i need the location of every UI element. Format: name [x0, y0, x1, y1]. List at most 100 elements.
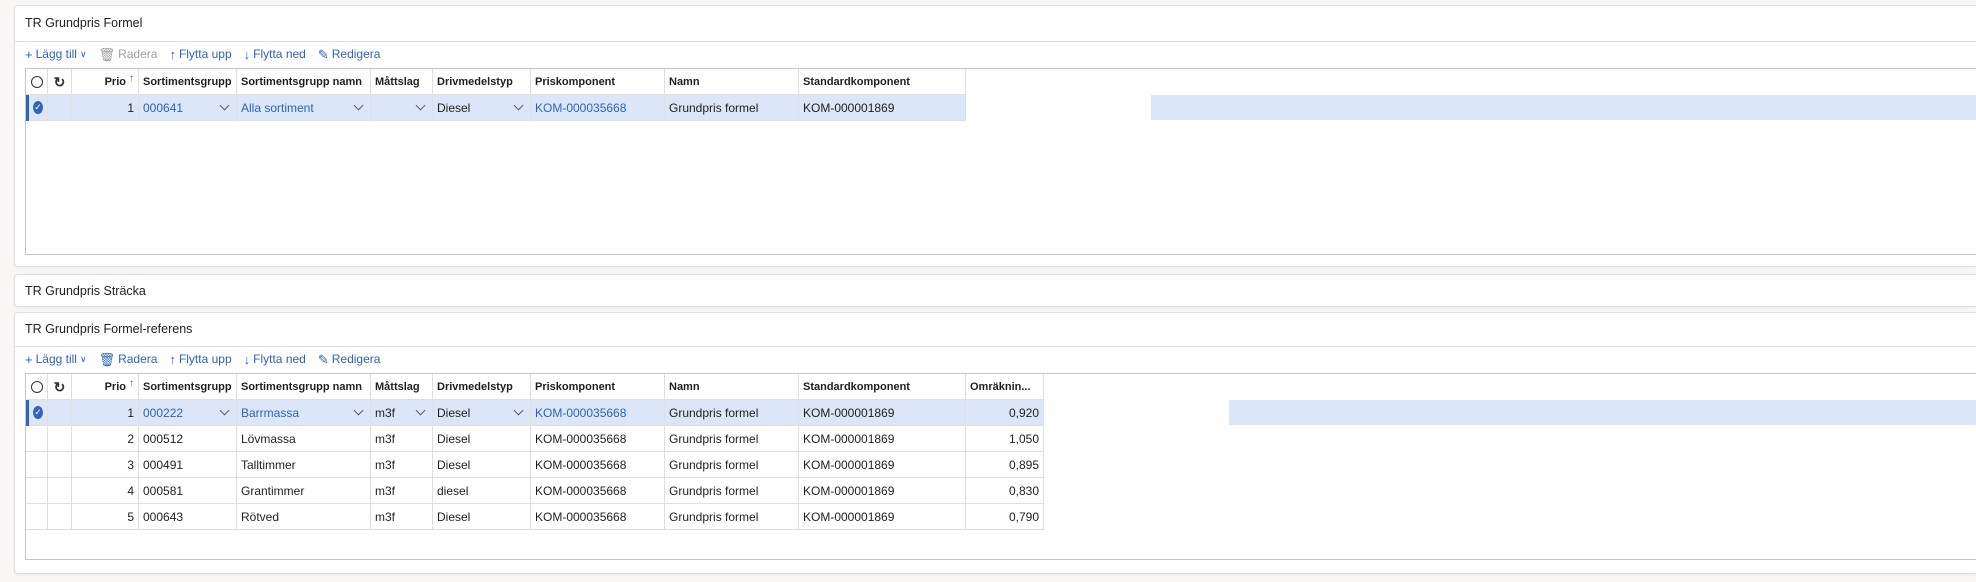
table-row[interactable]: ✓ 1 000222 Barrmassa m3f Diesel KOM-0000…: [26, 400, 1044, 426]
col-sortimentsgrupp-namn[interactable]: Sortimentsgrupp namn: [237, 374, 371, 400]
refresh-button[interactable]: ↻: [48, 69, 72, 95]
row-select[interactable]: ✓: [29, 95, 48, 121]
cell-priskomponent[interactable]: KOM-000035668: [531, 95, 665, 121]
table-row[interactable]: 2 000512 Lövmassa m3f Diesel KOM-0000356…: [26, 426, 1044, 452]
col-standardkomponent[interactable]: Standardkomponent: [799, 374, 966, 400]
row-select[interactable]: [26, 452, 48, 478]
pencil-icon: ✎: [317, 351, 329, 367]
cell-priskomponent[interactable]: KOM-000035668: [531, 504, 665, 530]
delete-button[interactable]: 🗑︎ Radera: [99, 47, 158, 61]
col-omrakning[interactable]: Omräknin...: [966, 374, 1044, 400]
table-row[interactable]: 3 000491 Talltimmer m3f Diesel KOM-00003…: [26, 452, 1044, 478]
refresh-button[interactable]: ↻: [48, 374, 72, 400]
col-priskomponent[interactable]: Priskomponent: [531, 374, 665, 400]
cell-priskomponent[interactable]: KOM-000035668: [531, 400, 665, 426]
row-select[interactable]: ✓: [29, 400, 48, 426]
cell-prio: 1: [72, 400, 139, 426]
table-row[interactable]: ✓ 1 000641 Alla sortiment Diesel KOM-000…: [26, 95, 966, 121]
col-namn[interactable]: Namn: [665, 374, 799, 400]
chevron-down-icon: [415, 100, 426, 111]
col-drivmedelstyp[interactable]: Drivmedelstyp: [433, 69, 531, 95]
cell-sortimentsgrupp-namn[interactable]: Rötved: [237, 504, 371, 530]
cell-sortimentsgrupp-namn[interactable]: Talltimmer: [237, 452, 371, 478]
row-select[interactable]: [26, 478, 48, 504]
table-row[interactable]: 5 000643 Rötved m3f Diesel KOM-000035668…: [26, 504, 1044, 530]
cell-omrakning: 0,830: [966, 478, 1044, 504]
move-down-button[interactable]: ↓ Flytta ned: [244, 352, 306, 366]
cell-sortimentsgrupp[interactable]: 000512: [139, 426, 237, 452]
col-standardkomponent[interactable]: Standardkomponent: [799, 69, 966, 95]
sortimentsgrupp-namn-dropdown[interactable]: Alla sortiment: [237, 95, 371, 121]
cell-sortimentsgrupp[interactable]: 000581: [139, 478, 237, 504]
col-mattslag[interactable]: Måttslag: [371, 374, 433, 400]
cell-priskomponent[interactable]: KOM-000035668: [531, 478, 665, 504]
sortimentsgrupp-dropdown[interactable]: 000222: [139, 400, 237, 426]
cell-standardkomponent: KOM-000001869: [799, 95, 966, 121]
cell-omrakning: 1,050: [966, 426, 1044, 452]
arrow-up-icon: ↑: [169, 46, 176, 62]
cell-prio: 2: [72, 426, 139, 452]
data-grid: ↻ Prio ↑ Sortimentsgrupp Sortimentsgrupp …: [25, 68, 1976, 255]
edit-button[interactable]: ✎ Redigera: [318, 47, 381, 61]
cell-sortimentsgrupp[interactable]: 000643: [139, 504, 237, 530]
col-prio[interactable]: Prio ↑: [72, 69, 139, 95]
row-select[interactable]: [26, 426, 48, 452]
sortimentsgrupp-namn-dropdown[interactable]: Barrmassa: [237, 400, 371, 426]
add-button[interactable]: + Lägg till ∨: [25, 47, 87, 61]
cell-mattslag[interactable]: m3f: [371, 478, 433, 504]
cell-standardkomponent: KOM-000001869: [799, 452, 966, 478]
cell-sortimentsgrupp[interactable]: 000491: [139, 452, 237, 478]
cell-drivmedelstyp[interactable]: diesel: [433, 478, 531, 504]
drivmedelstyp-dropdown[interactable]: Diesel: [433, 400, 531, 426]
move-up-button[interactable]: ↑ Flytta upp: [169, 352, 231, 366]
cell-namn: Grundpris formel: [665, 95, 799, 121]
col-sortimentsgrupp[interactable]: Sortimentsgrupp: [139, 69, 237, 95]
col-mattslag[interactable]: Måttslag: [371, 69, 433, 95]
chevron-down-icon[interactable]: ∨: [80, 354, 87, 365]
toolbar: + Lägg till ∨ 🗑︎ Radera ↑ Flytta upp ↓ Flytta…: [25, 44, 380, 64]
add-button[interactable]: + Lägg till ∨: [25, 352, 87, 366]
move-down-button[interactable]: ↓ Flytta ned: [244, 47, 306, 61]
cell-omrakning: 0,895: [966, 452, 1044, 478]
cell-standardkomponent: KOM-000001869: [799, 400, 966, 426]
row-highlight-extension: [1151, 95, 1976, 120]
cell-drivmedelstyp[interactable]: Diesel: [433, 452, 531, 478]
col-drivmedelstyp[interactable]: Drivmedelstyp: [433, 374, 531, 400]
drivmedelstyp-dropdown[interactable]: Diesel: [433, 95, 531, 121]
toolbar: + Lägg till ∨ 🗑︎ Radera ↑ Flytta upp ↓ Flytta…: [25, 349, 380, 369]
cell-standardkomponent: KOM-000001869: [799, 478, 966, 504]
refresh-icon: ↻: [53, 378, 66, 395]
col-sortimentsgrupp-namn[interactable]: Sortimentsgrupp namn: [237, 69, 371, 95]
cell-drivmedelstyp[interactable]: Diesel: [433, 426, 531, 452]
cell-priskomponent[interactable]: KOM-000035668: [531, 452, 665, 478]
cell-sortimentsgrupp-namn[interactable]: Grantimmer: [237, 478, 371, 504]
col-priskomponent[interactable]: Priskomponent: [531, 69, 665, 95]
chevron-down-icon[interactable]: ∨: [80, 49, 87, 60]
col-prio[interactable]: Prio ↑: [72, 374, 139, 400]
col-sortimentsgrupp[interactable]: Sortimentsgrupp: [139, 374, 237, 400]
cell-drivmedelstyp[interactable]: Diesel: [433, 504, 531, 530]
mattslag-dropdown[interactable]: m3f: [371, 400, 433, 426]
row-select[interactable]: [26, 504, 48, 530]
panel-title: TR Grundpris Formel: [25, 16, 143, 30]
cell-prio: 1: [72, 95, 139, 121]
refresh-icon: ↻: [53, 73, 66, 90]
select-all-radio[interactable]: [26, 374, 48, 400]
edit-button[interactable]: ✎ Redigera: [318, 352, 381, 366]
cell-standardkomponent: KOM-000001869: [799, 504, 966, 530]
data-grid: ↻ Prio ↑ Sortimentsgrupp Sortimentsgrupp …: [25, 373, 1976, 560]
move-up-button[interactable]: ↑ Flytta upp: [169, 47, 231, 61]
cell-omrakning: 0,790: [966, 504, 1044, 530]
table-row[interactable]: 4 000581 Grantimmer m3f diesel KOM-00003…: [26, 478, 1044, 504]
col-namn[interactable]: Namn: [665, 69, 799, 95]
mattslag-dropdown[interactable]: [371, 95, 433, 121]
cell-sortimentsgrupp-namn[interactable]: Lövmassa: [237, 426, 371, 452]
cell-priskomponent[interactable]: KOM-000035668: [531, 426, 665, 452]
delete-button[interactable]: 🗑︎ Radera: [99, 352, 158, 366]
sortimentsgrupp-dropdown[interactable]: 000641: [139, 95, 237, 121]
cell-mattslag[interactable]: m3f: [371, 504, 433, 530]
select-all-radio[interactable]: [26, 69, 48, 95]
cell-mattslag[interactable]: m3f: [371, 452, 433, 478]
cell-standardkomponent: KOM-000001869: [799, 426, 966, 452]
cell-mattslag[interactable]: m3f: [371, 426, 433, 452]
